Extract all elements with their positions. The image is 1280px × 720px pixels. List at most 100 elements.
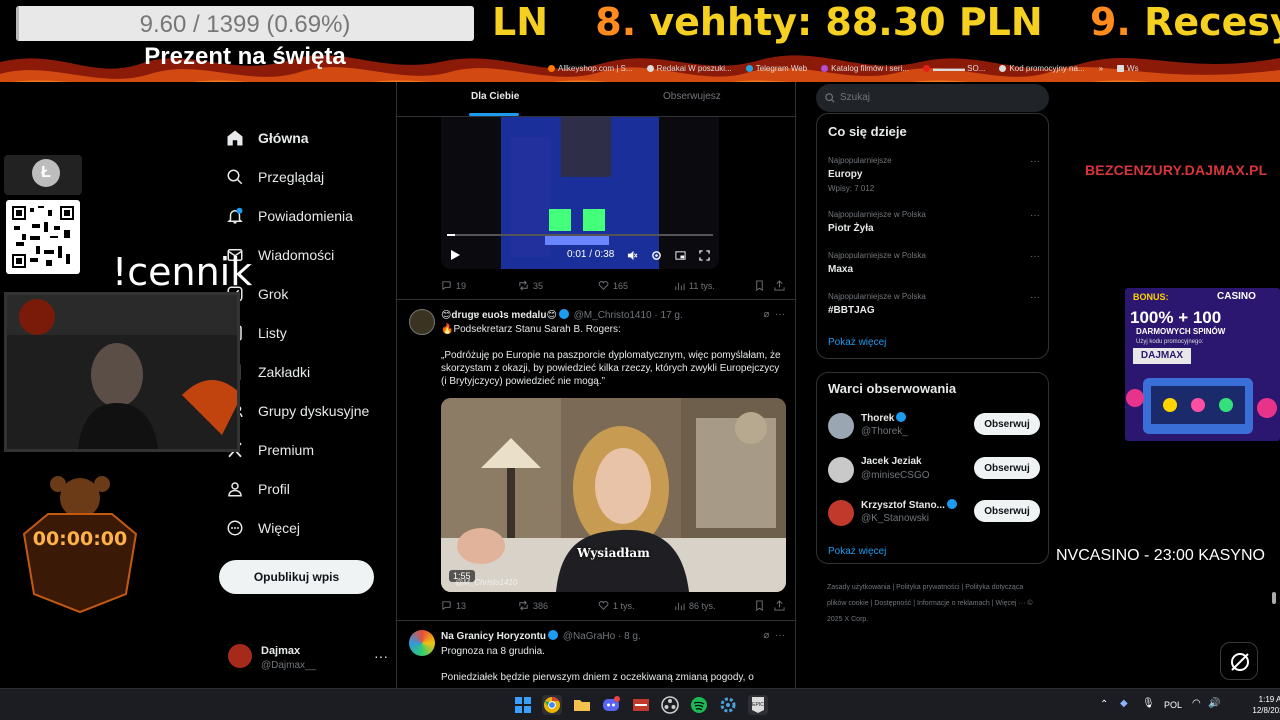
footer-links[interactable]: Zasady użytkowania | Polityka prywatnośc… [827,580,1042,628]
meter-icon[interactable] [631,695,651,715]
wifi-icon[interactable]: ◠ [1192,698,1201,709]
right-sidebar: Szukaj Co się dzieje Najpopularniejsze E… [816,80,1050,688]
trend-item[interactable]: Najpopularniejsze w Polska Piotr Żyła ··… [828,210,1040,234]
mute-icon[interactable] [627,250,638,261]
like-button[interactable]: 165 [598,280,628,291]
post-time[interactable]: · 17 g. [654,310,682,321]
post-top-actions: ⌀ ··· [763,630,785,641]
bookmark-icon[interactable] [754,280,765,291]
search-icon [227,169,243,185]
repost-button[interactable]: 386 [518,600,548,611]
post-text: Poniedziałek będzie pierwszym dniem z oc… [441,672,754,683]
pip-icon[interactable] [675,250,686,261]
author-handle[interactable]: @M_Christo1410 [574,310,652,321]
nav-item-profile[interactable]: Profil [226,472,290,506]
nav-item-communities[interactable]: Grupy dyskusyjne [226,394,369,428]
bookmark-item[interactable]: Kod promocyjny na... [999,64,1085,73]
author-name[interactable]: 😊drugɐ euoʇs medalu😊 [441,310,557,321]
chevron-up-icon[interactable]: ⌃ [1100,699,1108,710]
steam-icon[interactable]: ◆ [1120,698,1128,709]
nav-item-more[interactable]: Więcej [226,511,300,545]
settings-icon[interactable] [651,250,662,261]
more-icon[interactable]: ··· [374,648,388,664]
share-icon[interactable] [774,280,785,291]
bookmark-item[interactable]: ▬▬▬▬ SO... [922,64,985,73]
site-icon [821,64,829,72]
chevron-right-icon[interactable]: » [1099,64,1103,73]
spotify-icon[interactable] [689,695,709,715]
more-icon[interactable]: ··· [775,309,785,320]
chrome-icon[interactable] [542,695,562,715]
discord-icon[interactable] [601,695,621,715]
grok-button[interactable] [1220,642,1258,680]
bookmark-folder[interactable]: Ws [1117,64,1139,73]
bookmark-item[interactable]: Allkeyshop.com | S... [548,64,633,73]
video-player[interactable]: Wysiadłam 1:55 @M_Christo1410 [441,398,786,592]
ad-promo-code: DAJMAX [1133,348,1191,364]
scrollbar-thumb[interactable] [1272,592,1276,604]
more-icon[interactable]: ··· [775,630,785,641]
bookmark-item[interactable]: Katalog filmów i seri... [821,64,909,73]
more-icon[interactable]: ··· [1030,210,1040,221]
language-indicator[interactable]: POL [1164,700,1182,710]
bookmark-item[interactable]: Telegram Web [745,64,807,73]
ticker-item: LN [492,0,549,44]
share-icon[interactable] [774,600,785,611]
reply-button[interactable]: 13 [441,600,466,611]
goal-text: 9.60 / 1399 (0.69%) [139,11,351,38]
bookmark-icon[interactable] [754,600,765,611]
nav-item-home[interactable]: Główna [226,121,309,155]
video-player[interactable]: 0:01 / 0:38 [441,117,719,269]
author-name[interactable]: Na Granicy Horyzontu [441,631,546,642]
tab-for-you[interactable]: Dla Ciebie [471,91,519,102]
home-icon [227,130,243,146]
trend-item[interactable]: Najpopularniejsze w Polska #BBTJAG ··· [828,292,1040,316]
show-more-link[interactable]: Pokaż więcej [828,337,886,348]
folder-icon[interactable] [572,695,592,715]
epic-icon[interactable]: EPIC [748,695,768,715]
clock[interactable]: 1:19 AM 12/8/2025 [1228,694,1280,716]
ticker-item: 8. vehhty: 88.30 PLN [595,0,1043,44]
grok-icon[interactable]: ⌀ [763,630,769,641]
nav-item-notifications[interactable]: Powiadomienia [226,199,353,233]
repost-button[interactable]: 35 [518,280,543,291]
active-tab-indicator [469,113,519,116]
post[interactable]: Na Granicy Horyzontu @NaGraHo · 8 g. ⌀ ·… [397,620,795,688]
fullscreen-icon[interactable] [699,250,710,261]
windows-start-icon[interactable] [513,695,533,715]
bookmark-item[interactable]: Redakai W poszuki... [646,64,732,73]
suggestion-handle: @Thorek_ [861,426,908,437]
follow-button[interactable]: Obserwuj [974,413,1040,435]
views-button[interactable]: 11 tys. [674,280,715,291]
nav-item-explore[interactable]: Przeglądaj [226,160,324,194]
views-button[interactable]: 86 tys. [674,600,716,611]
more-icon[interactable]: ··· [1030,251,1040,262]
settings-icon[interactable] [718,695,738,715]
like-button[interactable]: 1 tys. [598,600,635,611]
more-icon[interactable]: ··· [1030,156,1040,167]
follow-button[interactable]: Obserwuj [974,457,1040,479]
reply-button[interactable]: 19 [441,280,466,291]
account-switcher[interactable]: Dajmax @Dajmax__ ··· [228,640,388,680]
trend-item[interactable]: Najpopularniejsze Europy Wpisy: 7 012 ··… [828,156,1040,193]
tab-following[interactable]: Obserwujesz [663,91,721,102]
play-icon[interactable] [449,249,461,261]
follow-suggestion[interactable]: Jacek Jeziak @miniseCSGO Obserwuj [828,455,1040,487]
trend-item[interactable]: Najpopularniejsze w Polska Maxa ··· [828,251,1040,275]
post-button[interactable]: Opublikuj wpis [219,560,374,594]
grok-icon[interactable]: ⌀ [763,309,769,320]
post-text: 🔥Podsekretarz Stanu Sarah B. Rogers: [441,324,621,335]
follow-suggestion[interactable]: Krzysztof Stano... @K_Stanowski Obserwuj [828,498,1040,530]
follow-suggestion[interactable]: Thorek @Thorek_ Obserwuj [828,411,1040,443]
follow-button[interactable]: Obserwuj [974,500,1040,522]
microphone-icon[interactable]: 🎙 [1142,698,1155,709]
like-count: 165 [613,280,629,291]
obs-icon[interactable] [660,695,680,715]
nav-label: Grok [258,286,289,302]
post-time[interactable]: · 8 g. [618,631,641,642]
volume-icon[interactable]: 🔊 [1208,698,1220,709]
author-handle[interactable]: @NaGraHo [563,631,615,642]
more-icon[interactable]: ··· [1030,292,1040,303]
search-input[interactable]: Szukaj [816,84,1049,112]
show-more-link[interactable]: Pokaż więcej [828,546,886,557]
